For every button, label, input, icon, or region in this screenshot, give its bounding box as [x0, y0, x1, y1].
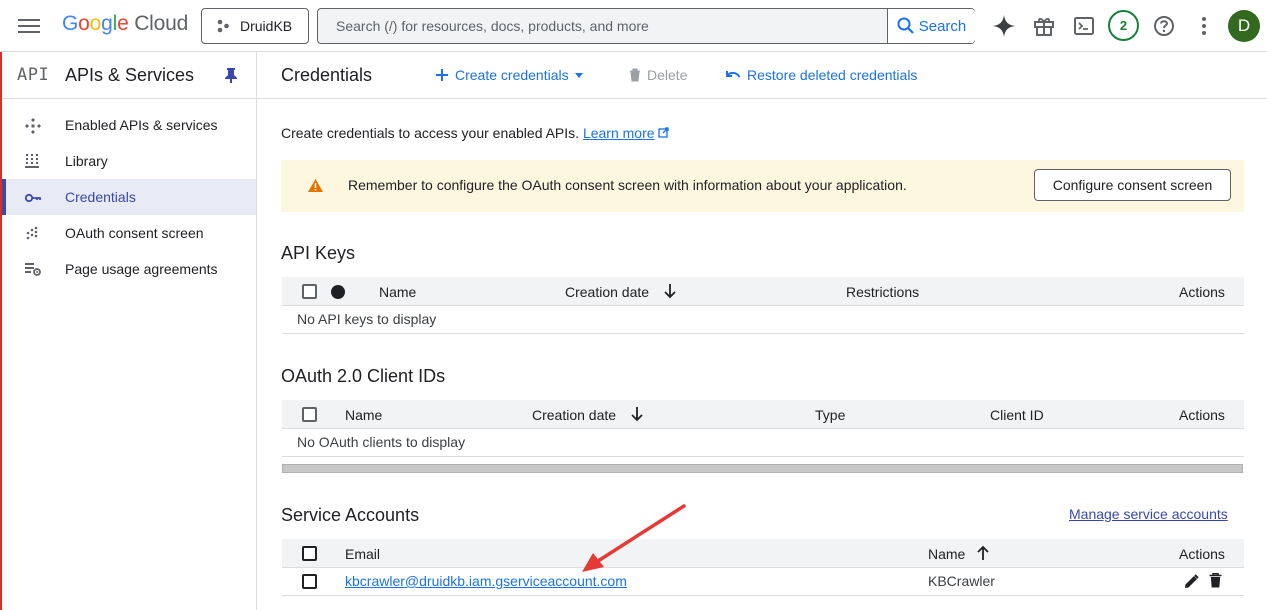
caret-down-icon [574, 72, 583, 78]
select-all-checkbox[interactable] [302, 407, 317, 422]
settings-list-icon [24, 261, 42, 277]
column-creation-date[interactable]: Creation date [565, 284, 649, 300]
project-picker-button[interactable]: DruidKB [201, 8, 309, 44]
status-dot-icon [331, 285, 345, 299]
column-actions: Actions [1179, 284, 1225, 300]
oauth-table-header: Name Creation date Type Client ID Action… [282, 400, 1244, 429]
oauth-clients-title: OAuth 2.0 Client IDs [281, 366, 446, 386]
column-client-id: Client ID [990, 407, 1044, 423]
gift-icon[interactable] [1030, 12, 1058, 40]
column-actions: Actions [1179, 546, 1225, 562]
service-account-email-link[interactable]: kbcrawler@druidkb.iam.gserviceaccount.co… [345, 573, 627, 589]
sidebar-item-enabled-apis[interactable]: Enabled APIs & services [2, 107, 256, 143]
undo-icon [726, 71, 741, 78]
more-vert-icon[interactable] [1190, 12, 1218, 40]
delete-trash-icon[interactable] [1209, 573, 1222, 588]
column-name[interactable]: Name [928, 546, 965, 562]
service-account-name: KBCrawler [928, 573, 995, 589]
avatar[interactable]: D [1228, 10, 1260, 42]
column-restrictions: Restrictions [846, 284, 920, 300]
horizontal-scrollbar[interactable] [282, 464, 1243, 473]
delete-button[interactable]: Delete [629, 67, 687, 83]
sidebar-item-library[interactable]: Library [2, 143, 256, 179]
column-creation-date[interactable]: Creation date [532, 407, 616, 423]
sidebar-title: APIs & Services [65, 65, 195, 85]
search-icon [897, 17, 914, 34]
search-input[interactable] [318, 9, 886, 43]
restore-deleted-credentials-button[interactable]: Restore deleted credentials [725, 67, 917, 83]
table-row: kbcrawler@druidkb.iam.gserviceaccount.co… [282, 567, 1244, 596]
empty-api-keys-row: No API keys to display [282, 306, 1244, 334]
project-name: DruidKB [240, 18, 293, 34]
notifications-badge[interactable]: 2 [1108, 10, 1139, 41]
warning-icon [308, 179, 323, 195]
sidebar-item-oauth-consent[interactable]: OAuth consent screen [2, 215, 256, 251]
library-grid-icon [24, 153, 42, 169]
google-cloud-logo[interactable]: Google Cloud [62, 12, 188, 36]
sort-down-arrow-icon[interactable] [630, 406, 644, 422]
page-title: Credentials [281, 65, 373, 85]
learn-more-link[interactable]: Learn more [583, 125, 655, 141]
sort-down-arrow-icon[interactable] [663, 283, 677, 299]
column-email: Email [345, 546, 381, 562]
api-keys-title: API Keys [281, 243, 356, 263]
service-accounts-title: Service Accounts [281, 505, 420, 525]
trash-icon [630, 68, 640, 82]
oauth-warning-banner: Remember to configure the OAuth consent … [281, 160, 1244, 212]
gemini-sparkle-icon[interactable] [990, 12, 1018, 40]
empty-oauth-row: No OAuth clients to display [282, 429, 1244, 457]
row-checkbox[interactable] [302, 574, 317, 589]
apis-diamond-icon [24, 117, 42, 134]
search-box: Search [317, 8, 975, 44]
sidebar-item-credentials[interactable]: Credentials [2, 179, 256, 215]
banner-message: Remember to configure the OAuth consent … [348, 177, 907, 193]
project-icon [217, 19, 229, 33]
help-icon[interactable] [1150, 12, 1178, 40]
column-name[interactable]: Name [379, 284, 416, 300]
sidebar-item-page-usage[interactable]: Page usage agreements [2, 251, 256, 287]
edit-pencil-icon[interactable] [1184, 574, 1199, 589]
dots-grid-icon [24, 225, 42, 241]
service-accounts-table-header: Email Name Actions [282, 539, 1244, 568]
sort-up-arrow-icon[interactable] [976, 545, 990, 561]
manage-service-accounts-link[interactable]: Manage service accounts [1069, 506, 1228, 522]
page-header: Credentials Create credentials Delete Re… [257, 52, 1267, 99]
configure-consent-screen-button[interactable]: Configure consent screen [1034, 169, 1231, 201]
menu-icon[interactable] [18, 16, 40, 36]
column-actions: Actions [1179, 407, 1225, 423]
sidebar: API APIs & Services Enabled APIs & servi… [2, 52, 257, 610]
external-link-icon[interactable] [658, 127, 670, 138]
pin-icon[interactable] [224, 67, 238, 86]
search-button[interactable]: Search [887, 9, 975, 43]
plus-icon [436, 69, 448, 81]
create-credentials-button[interactable]: Create credentials [435, 67, 589, 83]
api-keys-table-header: Name Creation date Restrictions Actions [282, 277, 1244, 306]
column-name[interactable]: Name [345, 407, 382, 423]
api-logo-icon: API [17, 65, 50, 85]
intro-text: Create credentials to access your enable… [281, 125, 670, 141]
column-type: Type [815, 407, 846, 423]
select-all-checkbox[interactable] [302, 546, 317, 561]
sidebar-header: API APIs & Services [2, 52, 256, 99]
select-all-checkbox[interactable] [302, 284, 317, 299]
key-icon [24, 189, 42, 205]
cloud-shell-terminal-icon[interactable] [1070, 12, 1098, 40]
top-bar: Google Cloud DruidKB Search 2 D [0, 0, 1267, 52]
